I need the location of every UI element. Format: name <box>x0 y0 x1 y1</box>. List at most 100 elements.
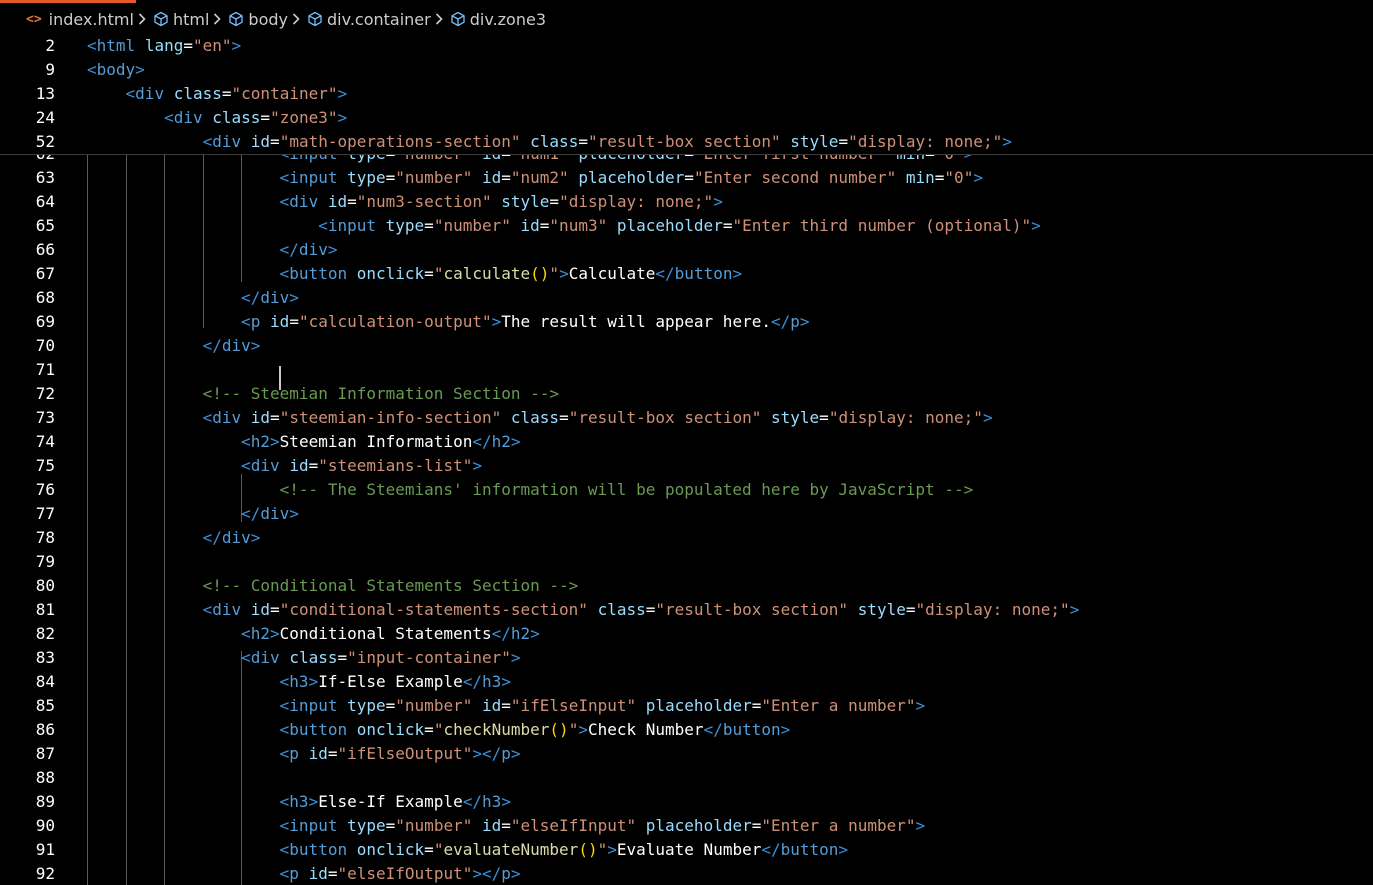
code-token: < <box>279 864 290 883</box>
code-token: "num2" <box>510 168 569 187</box>
code-line[interactable]: 80 <!-- Conditional Statements Section -… <box>0 574 1373 598</box>
line-number: 74 <box>35 432 55 451</box>
code-text: <div id="num3-section" style="display: n… <box>87 190 723 214</box>
code-line[interactable]: 66 </div> <box>0 238 1373 262</box>
code-token: = <box>385 696 396 715</box>
code-line[interactable]: 65 <input type="number" id="num3" placeh… <box>0 214 1373 238</box>
code-line[interactable]: 24 <div class="zone3"> <box>0 106 1373 130</box>
breadcrumb-item-body[interactable]: body <box>228 10 288 29</box>
code-line[interactable]: 79 <box>0 550 1373 574</box>
line-number: 79 <box>35 552 55 571</box>
code-token: input <box>289 168 338 187</box>
code-line[interactable]: 69 <p id="calculation-output">The result… <box>0 310 1373 334</box>
code-line[interactable]: 83 <div class="input-container"> <box>0 646 1373 670</box>
code-line[interactable]: 88 <box>0 766 1373 790</box>
code-line[interactable]: 89 <h3>Else-If Example</h3> <box>0 790 1373 814</box>
code-token: lang <box>144 36 184 55</box>
code-line[interactable]: 90 <input type="number" id="elseIfInput"… <box>0 814 1373 838</box>
code-token: = <box>751 696 762 715</box>
code-text: <input type="number" id="num3" placehold… <box>87 214 1041 238</box>
code-line[interactable]: 91 <button onclick="evaluateNumber()">Ev… <box>0 838 1373 862</box>
code-line[interactable]: 9 <body> <box>0 58 1373 82</box>
code-text: <button onclick="checkNumber()">Check Nu… <box>87 718 791 742</box>
code-token: "ifElseInput" <box>510 696 637 715</box>
code-token: calculate <box>443 264 531 283</box>
code-token: </ <box>655 264 675 283</box>
code-token: evaluateNumber <box>443 840 579 859</box>
line-number: 9 <box>45 60 55 79</box>
cube-icon <box>228 11 244 27</box>
code-line[interactable]: 77 </div> <box>0 502 1373 526</box>
code-token: div <box>298 240 328 259</box>
code-token: "steemian-info-section" <box>279 408 502 427</box>
code-line[interactable]: 68 </div> <box>0 286 1373 310</box>
code-line[interactable]: 92 <p id="elseIfOutput"></p> <box>0 862 1373 885</box>
code-line[interactable]: 86 <button onclick="checkNumber()">Check… <box>0 718 1373 742</box>
code-line[interactable]: 73 <div id="steemian-info-section" class… <box>0 406 1373 430</box>
code-line[interactable]: 82 <h2>Conditional Statements</h2> <box>0 622 1373 646</box>
code-token: > <box>915 696 926 715</box>
breadcrumb-item-file[interactable]: <> index.html <box>26 10 134 29</box>
sticky-scroll-header[interactable]: 2 <html lang="en"> 9 <body> 13 <div class="c… <box>0 34 1373 155</box>
code-token: > <box>270 624 280 643</box>
code-token: > <box>510 744 521 763</box>
code-line[interactable]: 78 </div> <box>0 526 1373 550</box>
code-line[interactable]: 71 <box>0 358 1373 382</box>
code-token: </ <box>770 312 791 331</box>
code-token: </ <box>241 504 261 523</box>
line-number: 92 <box>35 864 55 883</box>
code-token: = <box>289 312 299 331</box>
code-line[interactable]: 62 <input type="number" id="num1" placeh… <box>0 154 1373 166</box>
breadcrumb-item-zone3[interactable]: div.zone3 <box>450 10 546 29</box>
code-token: > <box>250 336 261 355</box>
code-line[interactable]: 76 <!-- The Steemians' information will … <box>0 478 1373 502</box>
code-token: class <box>510 408 560 427</box>
code-line[interactable]: 84 <h3>If-Else Example</h3> <box>0 670 1373 694</box>
code-line[interactable]: 70 </div> <box>0 334 1373 358</box>
code-line[interactable]: 13 <div class="container"> <box>0 82 1373 106</box>
code-token: "result-box section" <box>587 132 781 151</box>
code-token: h3 <box>289 672 309 691</box>
code-line[interactable]: 81 <div id="conditional-statements-secti… <box>0 598 1373 622</box>
code-line[interactable]: 2 <html lang="en"> <box>0 34 1373 58</box>
code-token: If-Else Example <box>318 672 463 691</box>
line-number: 70 <box>35 336 55 355</box>
code-line[interactable]: 63 <input type="number" id="num2" placeh… <box>0 166 1373 190</box>
code-token: = <box>501 168 511 187</box>
line-number: 86 <box>35 720 55 739</box>
code-token: = <box>645 600 656 619</box>
html-file-icon: <> <box>26 11 42 27</box>
code-text: <div id="math-operations-section" class=… <box>87 130 1012 154</box>
code-line[interactable]: 72 <!-- Steemian Information Section --> <box>0 382 1373 406</box>
code-token: button <box>674 264 733 283</box>
breadcrumb-label: index.html <box>48 9 134 29</box>
code-token: h2 <box>491 432 511 451</box>
code-token: "0" <box>944 168 974 187</box>
code-token: style <box>790 132 839 151</box>
code-token: id <box>308 744 328 763</box>
code-line[interactable]: 52 <div id="math-operations-section" cla… <box>0 130 1373 154</box>
cube-icon <box>307 11 323 27</box>
code-line[interactable]: 85 <input type="number" id="ifElseInput"… <box>0 694 1373 718</box>
code-token: div <box>212 408 242 427</box>
breadcrumb-item-container[interactable]: div.container <box>307 10 431 29</box>
code-line[interactable]: 87 <p id="ifElseOutput"></p> <box>0 742 1373 766</box>
breadcrumb-item-html[interactable]: html <box>153 10 209 29</box>
code-editor[interactable]: 62 <input type="number" id="num1" placeh… <box>0 154 1373 885</box>
indent-guide <box>241 154 242 282</box>
code-line[interactable]: 74 <h2>Steemian Information</h2> <box>0 430 1373 454</box>
code-line[interactable]: 75 <div id="steemians-list"> <box>0 454 1373 478</box>
code-line[interactable]: 64 <div id="num3-section" style="display… <box>0 190 1373 214</box>
code-token: () <box>578 840 598 859</box>
code-text: <html lang="en"> <box>87 34 241 58</box>
code-line[interactable]: 67 <button onclick="calculate()">Calcula… <box>0 262 1373 286</box>
